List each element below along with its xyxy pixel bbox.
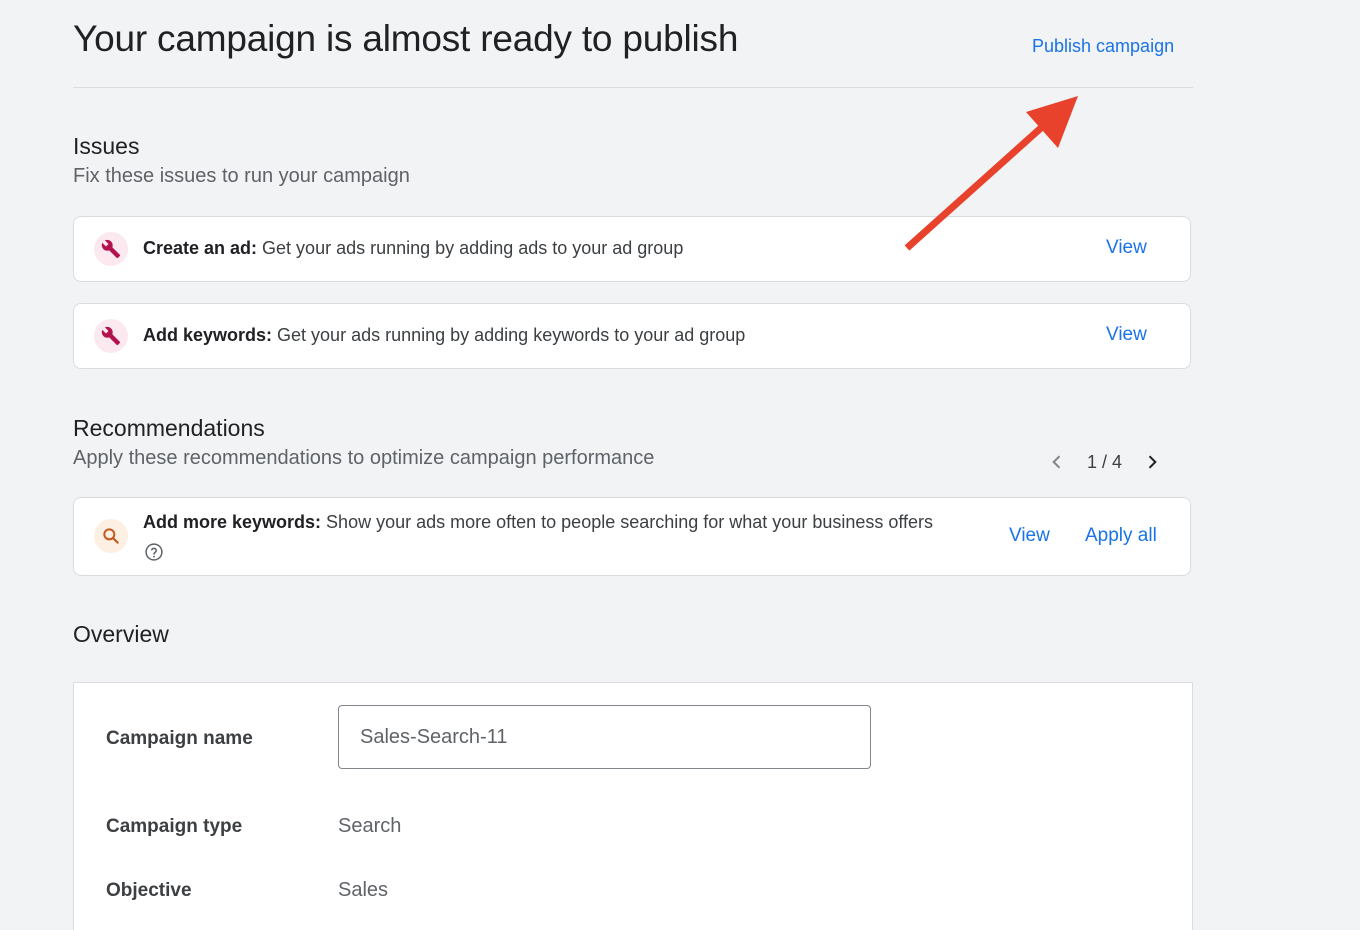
issues-title: Issues (73, 133, 140, 159)
issues-subtitle: Fix these issues to run your campaign (73, 165, 410, 187)
campaign-name-label: Campaign name (106, 728, 253, 749)
view-add-keywords-button[interactable]: View (1106, 324, 1147, 346)
issue-text: Create an ad: Get your ads running by ad… (143, 235, 683, 261)
recommendations-pager: 1 / 4 (1043, 448, 1166, 476)
issue-text: Add keywords: Get your ads running by ad… (143, 322, 745, 348)
recommendations-title: Recommendations (73, 415, 265, 441)
issue-description: Get your ads running by adding keywords … (272, 325, 746, 345)
campaign-type-label: Campaign type (106, 816, 243, 837)
issue-card-create-ad: Create an ad: Get your ads running by ad… (73, 216, 1191, 282)
recommendation-card-add-more-keywords: Add more keywords: Show your ads more of… (73, 497, 1191, 576)
header-divider (73, 87, 1193, 88)
apply-all-button[interactable]: Apply all (1085, 525, 1157, 547)
recommendation-description: Show your ads more often to people searc… (321, 512, 934, 532)
wrench-icon (94, 319, 128, 353)
pager-count: 1 / 4 (1087, 451, 1123, 472)
recommendations-subtitle: Apply these recommendations to optimize … (73, 447, 655, 469)
issue-card-add-keywords: Add keywords: Get your ads running by ad… (73, 303, 1191, 369)
campaign-type-value: Search (338, 815, 402, 837)
objective-label: Objective (106, 880, 192, 901)
overview-title: Overview (73, 621, 169, 647)
page: Your campaign is almost ready to publish… (0, 0, 1360, 930)
search-icon (94, 519, 128, 553)
issue-description: Get your ads running by adding ads to yo… (257, 238, 684, 258)
wrench-icon (94, 232, 128, 266)
view-create-ad-button[interactable]: View (1106, 237, 1147, 259)
recommendation-title: Add more keywords: (143, 512, 322, 532)
overview-card: Campaign name Campaign type Search Objec… (73, 682, 1193, 930)
issue-title: Create an ad: (143, 238, 258, 258)
view-recommendation-button[interactable]: View (1009, 525, 1050, 547)
chevron-left-icon[interactable] (1043, 448, 1071, 476)
objective-value: Sales (338, 879, 389, 901)
campaign-name-input[interactable] (338, 705, 871, 769)
help-circle-icon[interactable] (144, 542, 164, 562)
issue-title: Add keywords: (143, 325, 273, 345)
page-title: Your campaign is almost ready to publish (73, 18, 739, 59)
recommendation-text: Add more keywords: Show your ads more of… (143, 509, 993, 535)
chevron-right-icon[interactable] (1138, 448, 1166, 476)
publish-campaign-link[interactable]: Publish campaign (1032, 36, 1174, 57)
